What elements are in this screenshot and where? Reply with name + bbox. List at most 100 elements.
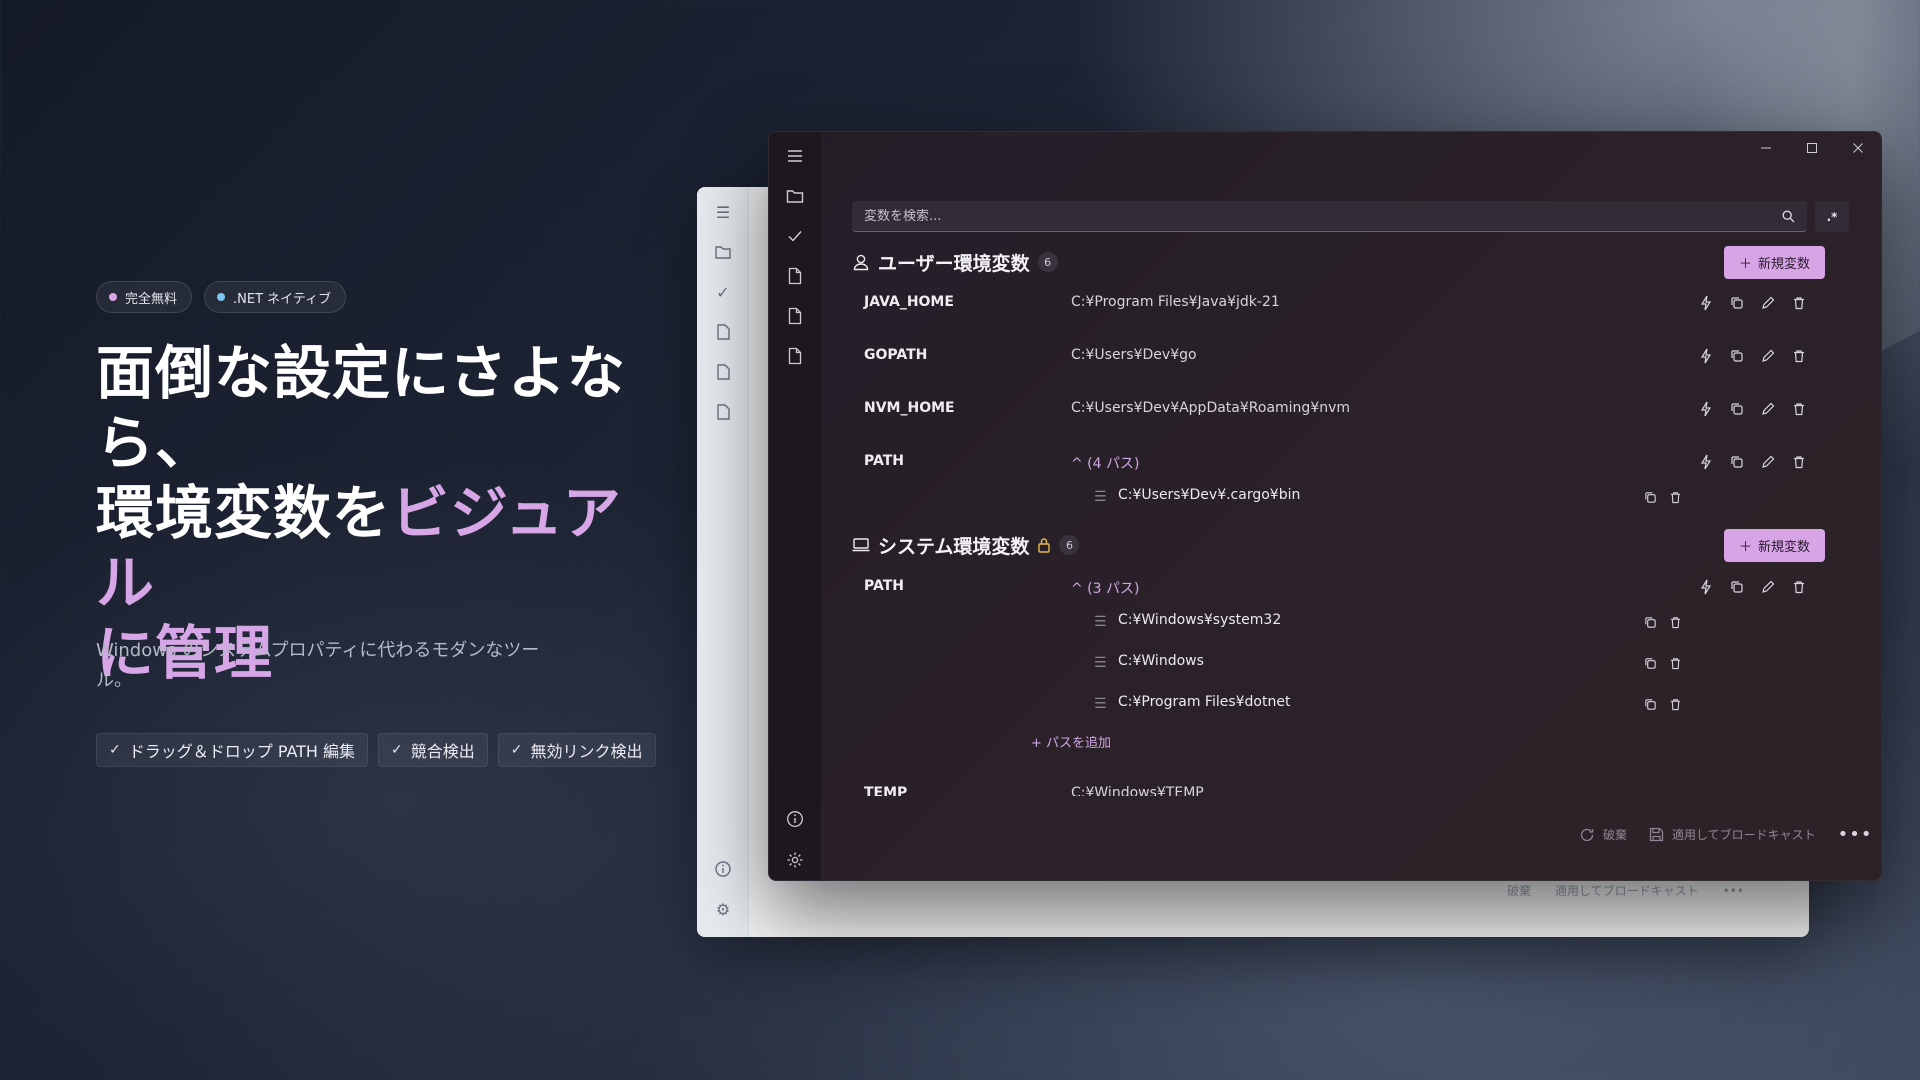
variable-row-user-path[interactable]: PATH ^ (4 パス) xyxy=(852,448,1852,478)
delete-icon[interactable] xyxy=(1665,610,1686,634)
user-count-badge: 6 xyxy=(1037,252,1058,272)
delete-icon[interactable] xyxy=(1788,575,1809,599)
drag-handle-icon[interactable]: ☰ xyxy=(1094,489,1107,505)
variable-row-java-home[interactable]: JAVA_HOME C:¥Program Files¥Java¥jdk-21 xyxy=(852,289,1852,319)
delete-icon[interactable] xyxy=(1788,450,1809,474)
variable-row-system-path[interactable]: PATH ^ (3 パス) xyxy=(852,573,1852,603)
edit-icon[interactable] xyxy=(1757,291,1778,315)
folder-icon[interactable] xyxy=(769,184,821,208)
search-icon[interactable] xyxy=(1782,210,1795,223)
system-count-badge: 6 xyxy=(1059,535,1080,555)
close-button[interactable] xyxy=(1835,132,1881,164)
document-icon[interactable] xyxy=(769,264,821,288)
info-icon[interactable] xyxy=(769,807,821,831)
broadcast-icon[interactable] xyxy=(1695,450,1716,474)
regex-toggle-button[interactable]: .* xyxy=(1815,201,1849,232)
discard-button[interactable]: 破棄 xyxy=(1579,826,1627,843)
delete-icon[interactable] xyxy=(1788,291,1809,315)
path-entry[interactable]: ☰ C:¥Program Files¥dotnet xyxy=(852,689,1852,719)
delete-icon[interactable] xyxy=(1665,692,1686,716)
user-section-title: ユーザー環境変数 xyxy=(878,252,1030,275)
row-actions xyxy=(1695,397,1809,421)
document-icon[interactable] xyxy=(769,344,821,368)
path-entry-actions xyxy=(1640,485,1686,509)
system-new-variable-button[interactable]: ＋ 新規変数 xyxy=(1724,529,1825,562)
info-icon xyxy=(697,860,749,878)
save-icon xyxy=(1649,827,1664,842)
variable-row-gopath[interactable]: GOPATH C:¥Users¥Dev¥go xyxy=(852,342,1852,372)
path-entry-value: C:¥Users¥Dev¥.cargo¥bin xyxy=(1118,487,1301,503)
apply-label: 適用してブロードキャスト xyxy=(1672,828,1816,842)
copy-icon[interactable] xyxy=(1640,610,1661,634)
path-expand-toggle[interactable]: ^ (4 パス) xyxy=(1071,453,1139,473)
check-icon: ✓ xyxy=(510,742,523,758)
drag-handle-icon[interactable]: ☰ xyxy=(1094,655,1107,671)
delete-icon[interactable] xyxy=(1788,397,1809,421)
copy-icon[interactable] xyxy=(1726,397,1747,421)
document-icon xyxy=(697,323,749,341)
variable-value: C:¥Users¥Dev¥AppData¥Roaming¥nvm xyxy=(1071,400,1351,416)
path-expand-toggle[interactable]: ^ (3 パス) xyxy=(1071,578,1139,598)
broadcast-icon[interactable] xyxy=(1695,397,1716,421)
variable-row-temp[interactable]: TEMP C:¥Windows¥TEMP xyxy=(852,780,1852,796)
path-entry[interactable]: ☰ C:¥Users¥Dev¥.cargo¥bin xyxy=(852,482,1852,512)
search-input[interactable] xyxy=(864,208,1782,224)
folder-icon xyxy=(697,243,749,261)
delete-icon[interactable] xyxy=(1665,485,1686,509)
path-entry-value: C:¥Windows xyxy=(1118,653,1204,669)
badge-dotnet: .NET ネイティブ xyxy=(204,281,347,313)
document-icon xyxy=(697,363,749,381)
delete-icon[interactable] xyxy=(1788,344,1809,368)
broadcast-icon[interactable] xyxy=(1695,575,1716,599)
more-options-icon[interactable]: ••• xyxy=(1838,824,1873,845)
badge-group: 完全無料 .NET ネイティブ xyxy=(96,281,347,313)
broadcast-icon[interactable] xyxy=(1695,291,1716,315)
hero-subtitle: Windows のシステムプロパティに代わるモダンなツール。 xyxy=(96,640,540,691)
copy-icon[interactable] xyxy=(1640,692,1661,716)
badge-label: 完全無料 xyxy=(125,291,178,307)
add-path-link[interactable]: + パスを追加 xyxy=(1031,732,1111,751)
light-footer: 破棄 適用してブロードキャスト ••• xyxy=(1507,882,1744,899)
path-entry[interactable]: ☰ C:¥Windows xyxy=(852,648,1852,678)
variable-name: JAVA_HOME xyxy=(864,294,954,310)
broadcast-icon[interactable] xyxy=(1695,344,1716,368)
badge-dot xyxy=(109,293,117,301)
check-icon: ✓ xyxy=(716,283,730,302)
variable-name: PATH xyxy=(864,453,904,469)
path-entry[interactable]: ☰ C:¥Windows¥system32 xyxy=(852,607,1852,637)
gear-icon[interactable] xyxy=(769,848,821,872)
feature-list: ✓ ドラッグ＆ドロップ PATH 編集 ✓ 競合検出 ✓ 無効リンク検出 xyxy=(96,733,656,767)
user-new-variable-button[interactable]: ＋ 新規変数 xyxy=(1724,246,1825,279)
new-variable-label: 新規変数 xyxy=(1758,540,1811,555)
minimize-button[interactable] xyxy=(1743,132,1789,164)
edit-icon[interactable] xyxy=(1757,575,1778,599)
light-more-icon: ••• xyxy=(1722,883,1744,898)
maximize-button[interactable] xyxy=(1789,132,1835,164)
copy-icon[interactable] xyxy=(1726,450,1747,474)
edit-icon[interactable] xyxy=(1757,397,1778,421)
edit-icon[interactable] xyxy=(1757,344,1778,368)
document-icon[interactable] xyxy=(769,304,821,328)
hamburger-menu-icon[interactable] xyxy=(769,144,821,168)
system-section-header: システム環境変数 6 xyxy=(852,531,1080,559)
drag-handle-icon[interactable]: ☰ xyxy=(1094,614,1107,630)
variable-row-nvm-home[interactable]: NVM_HOME C:¥Users¥Dev¥AppData¥Roaming¥nv… xyxy=(852,395,1852,425)
check-icon[interactable] xyxy=(769,224,821,248)
path-entry-actions xyxy=(1640,692,1686,716)
copy-icon[interactable] xyxy=(1726,291,1747,315)
lock-icon xyxy=(1037,537,1051,553)
variable-name: NVM_HOME xyxy=(864,400,955,416)
variable-name: TEMP xyxy=(864,785,908,796)
drag-handle-icon[interactable]: ☰ xyxy=(1094,696,1107,712)
copy-icon[interactable] xyxy=(1726,344,1747,368)
delete-icon[interactable] xyxy=(1665,651,1686,675)
hero-title-line1: 面倒な設定にさよなら、 xyxy=(96,339,626,477)
copy-icon[interactable] xyxy=(1640,651,1661,675)
window-caption-buttons xyxy=(1743,132,1881,164)
copy-icon[interactable] xyxy=(1726,575,1747,599)
row-actions xyxy=(1695,344,1809,368)
edit-icon[interactable] xyxy=(1757,450,1778,474)
apply-broadcast-button[interactable]: 適用してブロードキャスト xyxy=(1649,826,1816,843)
feature-broken-link: ✓ 無効リンク検出 xyxy=(497,733,656,767)
copy-icon[interactable] xyxy=(1640,485,1661,509)
